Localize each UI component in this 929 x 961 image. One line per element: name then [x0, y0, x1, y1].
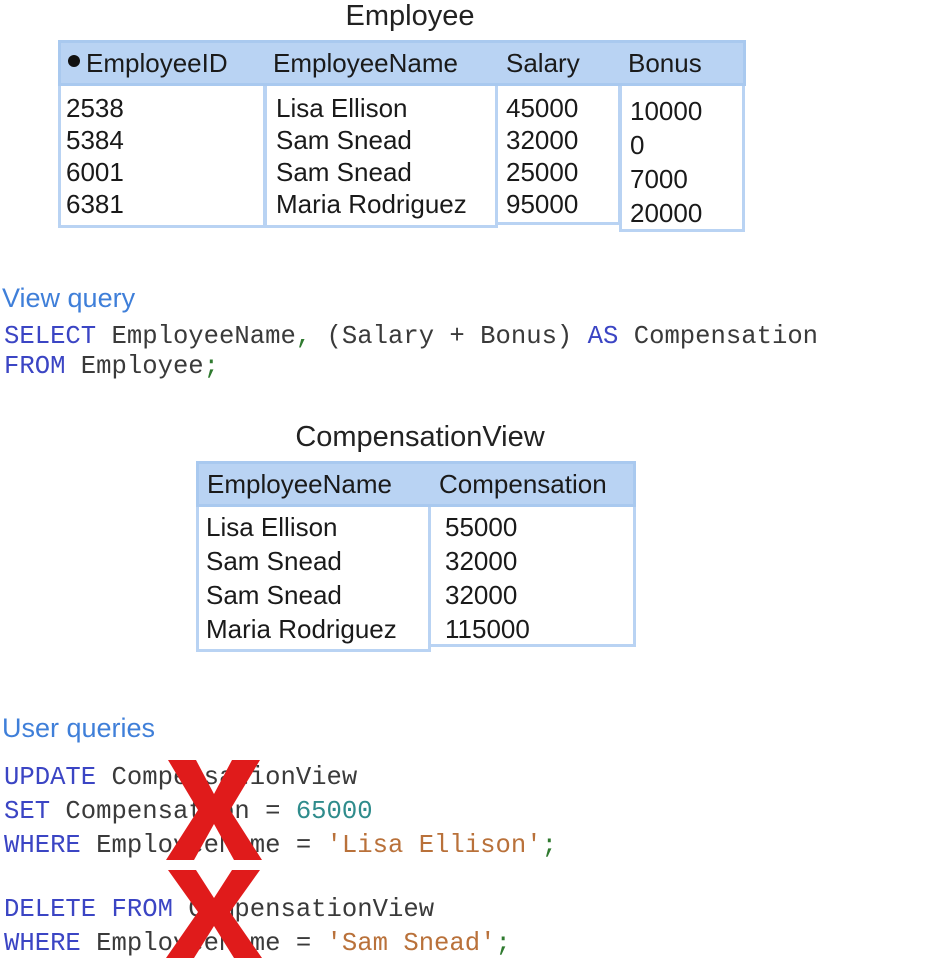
- table-cell: Maria Rodriguez: [276, 189, 467, 219]
- table-cell: Sam Snead: [276, 157, 412, 187]
- table-cell: Maria Rodriguez: [206, 614, 397, 644]
- table-cell: 32000: [506, 125, 579, 155]
- table-cell: 10000: [630, 96, 703, 126]
- table-cell: Lisa Ellison: [276, 93, 408, 123]
- code-line: SELECT EmployeeName, (Salary + Bonus) AS…: [4, 322, 819, 351]
- table-cell: 20000: [630, 198, 703, 228]
- table-cell: 55000: [445, 512, 518, 542]
- view-query-title: View query: [2, 283, 136, 313]
- table-cell: 7000: [630, 164, 688, 194]
- table-cell: 6001: [66, 157, 124, 187]
- table-cell: 2538: [66, 93, 124, 123]
- employee-table-header: EmployeeID EmployeeName Salary Bonus: [58, 40, 746, 86]
- code-line: WHERE EmployeeName = 'Lisa Ellison';: [4, 831, 557, 860]
- primary-key-dot-icon: [68, 55, 80, 67]
- table-cell: Sam Snead: [206, 546, 342, 576]
- table-cell: 5384: [66, 125, 124, 155]
- table-cell: 6381: [66, 189, 124, 219]
- column-header-employeeid: EmployeeID: [68, 43, 228, 83]
- compensation-view-header: EmployeeName Compensation: [196, 461, 636, 507]
- update-query-code: UPDATE CompensationView SET Compensation…: [4, 761, 557, 863]
- employee-table-title: Employee: [345, 0, 475, 32]
- code-line: FROM Employee;: [4, 352, 220, 381]
- table-cell: Sam Snead: [206, 580, 342, 610]
- table-cell: 0: [630, 130, 645, 160]
- table-cell: 25000: [506, 157, 579, 187]
- table-cell: 95000: [506, 189, 579, 219]
- column-header-compensation: Compensation: [439, 468, 607, 499]
- table-cell: Lisa Ellison: [206, 512, 338, 542]
- compensation-view-table: EmployeeName Compensation Lisa Ellison S…: [196, 461, 636, 653]
- employee-table: EmployeeID EmployeeName Salary Bonus 253…: [58, 40, 746, 232]
- x-mark-icon: [166, 870, 262, 958]
- table-cell: 32000: [445, 580, 518, 610]
- table-cell: Sam Snead: [276, 125, 412, 155]
- column-header-bonus: Bonus: [628, 47, 702, 78]
- x-mark-icon: [166, 760, 262, 860]
- user-queries-title: User queries: [2, 713, 156, 743]
- table-cell: 32000: [445, 546, 518, 576]
- compensation-view-title: CompensationView: [295, 421, 545, 453]
- view-query-code: SELECT EmployeeName, (Salary + Bonus) AS…: [4, 322, 818, 382]
- table-cell: 45000: [506, 93, 579, 123]
- column-header-employeename: EmployeeName: [273, 47, 458, 78]
- column-header-salary: Salary: [506, 47, 580, 78]
- table-cell: 115000: [445, 614, 530, 644]
- column-header-employeename: EmployeeName: [207, 468, 392, 499]
